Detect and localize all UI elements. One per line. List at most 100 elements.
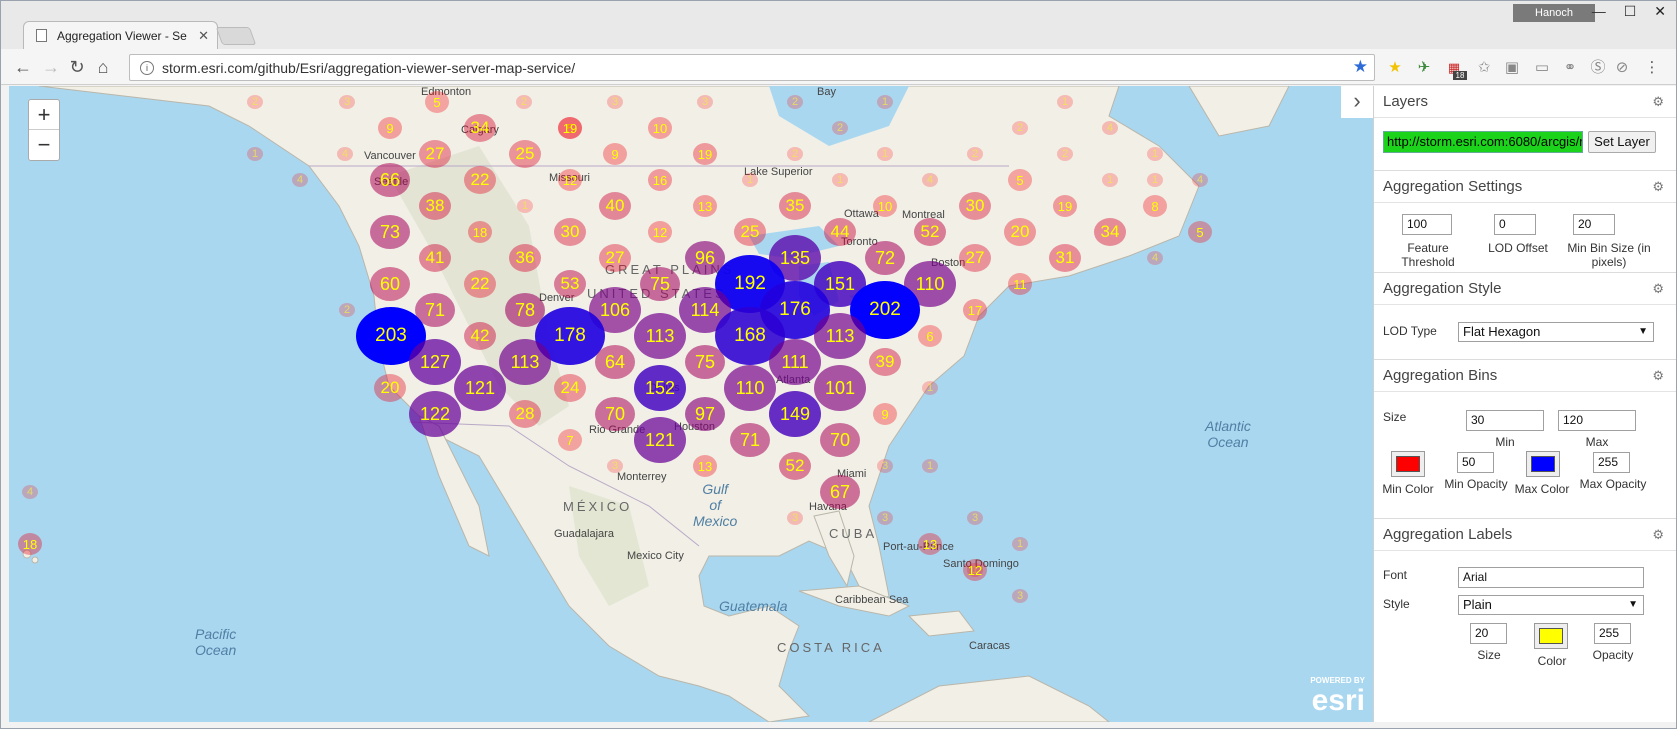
aggregation-bin[interactable]: 20 (1004, 218, 1036, 246)
link-icon[interactable]: ⚭ (1561, 59, 1579, 77)
aggregation-bin[interactable]: 52 (779, 452, 811, 480)
aggregation-bin[interactable]: 44 (824, 218, 856, 246)
aggregation-bin[interactable]: 1 (1057, 95, 1073, 109)
home-icon[interactable]: ⌂ (91, 55, 115, 79)
aggregation-bin[interactable]: 1 (877, 95, 893, 109)
aggregation-bin[interactable]: 41 (419, 244, 451, 272)
aggregation-bin[interactable]: 18 (468, 221, 492, 243)
label-opacity-input[interactable]: 255 (1594, 623, 1631, 644)
aggregation-bin[interactable]: 27 (599, 244, 631, 272)
aggregation-bin[interactable]: 16 (648, 169, 672, 191)
aggregation-bin[interactable]: 2 (787, 147, 803, 161)
aggregation-bin[interactable]: 1 (1147, 147, 1163, 161)
aggregation-bin[interactable]: 71 (730, 423, 770, 457)
aggregation-bin[interactable]: 13 (693, 195, 717, 217)
aggregation-bin[interactable]: 2 (516, 95, 532, 109)
aggregation-bin[interactable]: 1 (1147, 173, 1163, 187)
max-opacity-input[interactable]: 255 (1593, 452, 1630, 473)
skype-icon[interactable]: Ⓢ (1589, 59, 1607, 77)
back-icon[interactable]: ← (11, 55, 35, 79)
user-badge[interactable]: Hanoch (1513, 4, 1595, 22)
aggregation-bin[interactable]: 20 (374, 374, 406, 402)
aggregation-bin[interactable]: 3 (607, 459, 623, 473)
aggregation-bin[interactable]: 6 (918, 325, 942, 347)
zoom-in-button[interactable]: + (29, 100, 59, 130)
aggregation-bin[interactable]: 4 (922, 173, 938, 187)
aggregation-bin[interactable]: 1 (832, 173, 848, 187)
aggregation-bin[interactable]: 1 (877, 147, 893, 161)
zoom-out-button[interactable]: − (29, 130, 59, 160)
bin-max-size-input[interactable]: 120 (1558, 410, 1636, 431)
set-layer-button[interactable]: Set Layer (1588, 131, 1656, 153)
aggregation-bin[interactable]: 110 (724, 365, 776, 411)
extension-icon[interactable]: ✈ (1415, 59, 1433, 77)
aggregation-bin[interactable]: 127 (409, 339, 461, 385)
aggregation-bin[interactable]: 101 (814, 365, 866, 411)
extension-3-icon[interactable]: ⊘ (1613, 59, 1631, 77)
aggregation-bin[interactable]: 19 (1053, 195, 1077, 217)
aggregation-bin[interactable]: 3 (1012, 589, 1028, 603)
aggregation-bin[interactable]: 2 (832, 121, 848, 135)
aggregation-bin[interactable]: 18 (18, 533, 42, 555)
aggregation-bin[interactable]: 25 (509, 140, 541, 168)
aggregation-bin[interactable]: 113 (814, 313, 866, 359)
aggregation-bin[interactable]: 4 (1192, 173, 1208, 187)
info-icon[interactable]: i (140, 60, 154, 75)
max-color-picker[interactable] (1526, 451, 1560, 477)
section-header[interactable]: Aggregation Settings ⚙ (1374, 171, 1676, 203)
aggregation-bin[interactable]: 73 (370, 215, 410, 249)
address-bar[interactable]: i storm.esri.com/github/Esri/aggregation… (129, 54, 1375, 81)
aggregation-bin[interactable]: 1 (1102, 173, 1118, 187)
aggregation-bin[interactable]: 31 (1049, 244, 1081, 272)
lod-type-select[interactable]: Flat Hexagon ▼ (1458, 322, 1654, 342)
aggregation-bin[interactable]: 1 (247, 147, 263, 161)
map-view[interactable]: EdmontonCalgaryVancouverSeattleMissouriL… (9, 86, 1373, 722)
aggregation-bin[interactable]: 4 (1102, 121, 1118, 135)
aggregation-bin[interactable]: 27 (419, 140, 451, 168)
bookmark-star-icon[interactable]: ★ (1353, 57, 1368, 77)
aggregation-bin[interactable]: 67 (820, 475, 860, 509)
aggregation-bin[interactable]: 9 (603, 143, 627, 165)
aggregation-bin[interactable]: 52 (914, 218, 946, 246)
aggregation-bin[interactable]: 10 (648, 117, 672, 139)
aggregation-bin[interactable]: 3 (697, 95, 713, 109)
aggregation-bin[interactable]: 64 (595, 345, 635, 379)
aggregation-bin[interactable]: 12 (648, 221, 672, 243)
aggregation-bin[interactable]: 3 (967, 511, 983, 525)
aggregation-bin[interactable]: 38 (419, 192, 451, 220)
aggregation-bin[interactable]: 22 (464, 166, 496, 194)
forward-icon[interactable]: → (39, 55, 63, 79)
aggregation-bin[interactable]: 70 (595, 397, 635, 431)
aggregation-bin[interactable]: 24 (554, 374, 586, 402)
aggregation-bin[interactable]: 27 (959, 244, 991, 272)
aggregation-bin[interactable]: 35 (779, 192, 811, 220)
aggregation-bin[interactable]: 7 (558, 429, 582, 451)
aggregation-bin[interactable]: 5 (1188, 221, 1212, 243)
aggregation-bin[interactable]: 13 (693, 455, 717, 477)
aggregation-bin[interactable]: 30 (959, 192, 991, 220)
aggregation-bin[interactable]: 75 (685, 345, 725, 379)
aggregation-bin[interactable]: 121 (634, 417, 686, 463)
aggregation-bin[interactable]: 2 (339, 303, 355, 317)
section-header[interactable]: Aggregation Bins ⚙ (1374, 360, 1676, 392)
aggregation-bin[interactable]: 1 (1012, 537, 1028, 551)
tab-close-icon[interactable]: ✕ (198, 28, 209, 44)
star-extension-icon[interactable]: ✩ (1475, 59, 1493, 77)
label-size-input[interactable]: 20 (1470, 623, 1507, 644)
aggregation-bin[interactable]: 36 (509, 244, 541, 272)
aggregation-bin[interactable]: 5 (1008, 169, 1032, 191)
aggregation-bin[interactable]: 3 (339, 95, 355, 109)
tab-aggregation-viewer[interactable]: Aggregation Viewer - Se ✕ (23, 21, 218, 49)
feature-threshold-input[interactable]: 100 (1402, 214, 1452, 235)
min-bin-size-input[interactable]: 20 (1573, 214, 1615, 235)
aggregation-bin[interactable]: 42 (464, 322, 496, 350)
aggregation-bin[interactable]: 40 (599, 192, 631, 220)
aggregation-bin[interactable]: 149 (769, 391, 821, 437)
aggregation-bin[interactable]: 4 (292, 173, 308, 187)
new-tab-button[interactable] (215, 27, 257, 45)
aggregation-bin[interactable]: 34 (1094, 218, 1126, 246)
aggregation-bin[interactable]: 25 (734, 218, 766, 246)
gear-icon[interactable]: ⚙ (1652, 171, 1664, 203)
aggregation-bin[interactable]: 122 (409, 391, 461, 437)
aggregation-bin[interactable]: 30 (554, 218, 586, 246)
